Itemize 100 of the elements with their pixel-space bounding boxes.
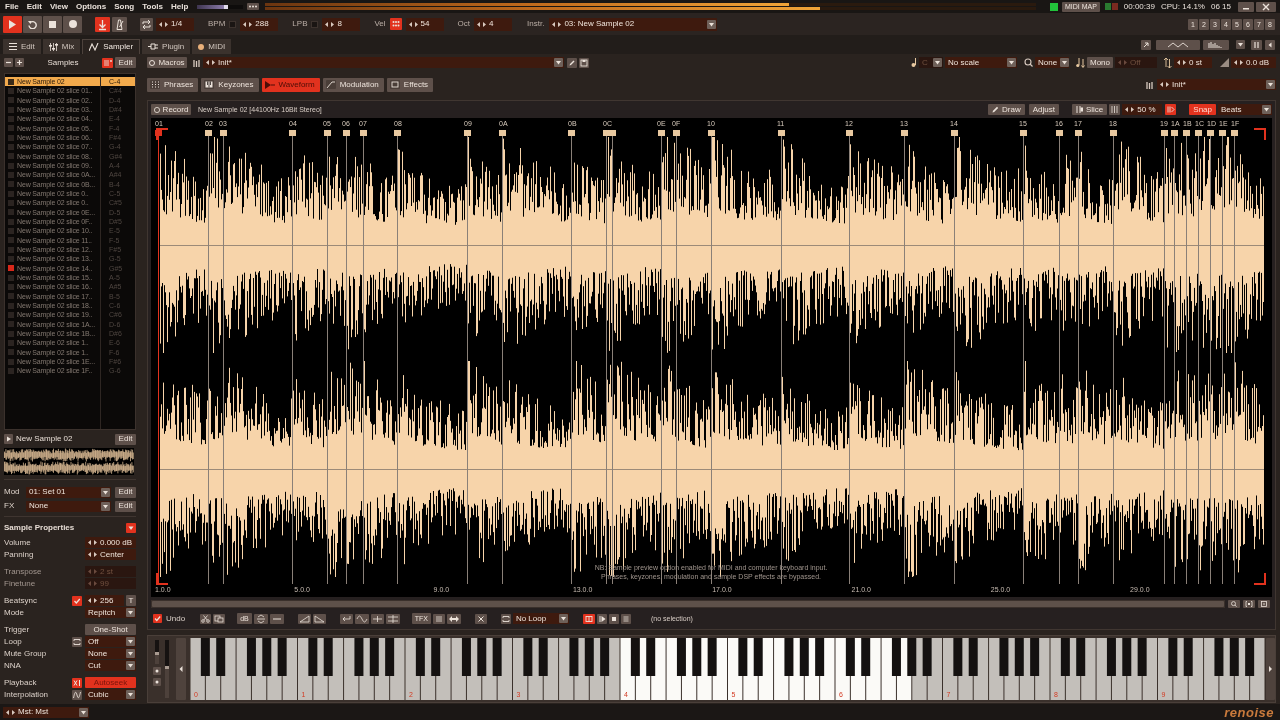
- toggle-square-icon[interactable]: [229, 20, 237, 28]
- step-arrows-icon[interactable]: [206, 60, 215, 65]
- piano-key[interactable]: [451, 638, 466, 700]
- value-field[interactable]: Beats: [1218, 104, 1272, 115]
- step-arrows-icon[interactable]: [552, 21, 562, 27]
- close-icon[interactable]: [1256, 1, 1276, 12]
- dots-grid-icon[interactable]: [389, 18, 402, 30]
- menu-item[interactable]: Song: [114, 2, 135, 11]
- step-arrows-icon[interactable]: [1125, 107, 1135, 112]
- play-button[interactable]: [3, 15, 22, 33]
- magnifier-icon[interactable]: [1228, 600, 1240, 608]
- volume-slider-fill[interactable]: [197, 4, 228, 9]
- piano-key[interactable]: [881, 638, 896, 700]
- return-arrow-icon[interactable]: [339, 613, 353, 624]
- value-field[interactable]: 0 st: [1174, 57, 1212, 68]
- save-icon[interactable]: [579, 57, 589, 68]
- value-field[interactable]: None: [26, 500, 111, 512]
- editor-tab[interactable]: Keyzones: [201, 77, 259, 92]
- slice-marker[interactable]: [1056, 129, 1063, 585]
- wave-icon[interactable]: [354, 613, 369, 624]
- dropdown-arrow-icon[interactable]: [126, 690, 135, 699]
- wheel-slider-fill[interactable]: [155, 652, 159, 664]
- sharp-key[interactable]: [1106, 638, 1116, 676]
- adjust-button[interactable]: Adjust: [1028, 104, 1059, 115]
- slice-marker[interactable]: [499, 129, 506, 585]
- square-icon[interactable]: [389, 80, 400, 89]
- sharp-key[interactable]: [1183, 638, 1193, 676]
- value-field[interactable]: 01: Set 01: [26, 486, 111, 498]
- sharp-key[interactable]: [1229, 638, 1239, 676]
- sharp-key[interactable]: [738, 638, 748, 676]
- sharp-key[interactable]: [1122, 638, 1132, 676]
- step-arrows-icon[interactable]: [408, 21, 418, 27]
- dropdown-arrow-icon[interactable]: [1236, 40, 1245, 49]
- dropdown-arrow-icon[interactable]: [558, 614, 568, 623]
- value-field[interactable]: Off: [85, 636, 136, 647]
- metronome-icon[interactable]: [112, 16, 127, 32]
- slice-marker[interactable]: [324, 129, 331, 585]
- curve-icon[interactable]: [72, 689, 82, 700]
- wheel-slider-track[interactable]: [155, 640, 159, 664]
- editor-tab[interactable]: Waveform: [261, 77, 320, 92]
- cross-bar-icon[interactable]: [72, 677, 82, 688]
- slice-marker[interactable]: [1195, 129, 1202, 585]
- slice-marker[interactable]: [220, 129, 227, 585]
- plus-icon[interactable]: [15, 58, 24, 67]
- step-arrows-icon[interactable]: [88, 552, 97, 557]
- slice-marker[interactable]: [343, 129, 350, 585]
- edit-button[interactable]: Edit: [115, 486, 136, 498]
- checkbox[interactable]: [153, 614, 162, 623]
- dropdown-arrow-icon[interactable]: [101, 487, 110, 497]
- edit-icon[interactable]: [567, 57, 577, 68]
- view-tab[interactable]: Sampler: [82, 39, 141, 54]
- list-icon[interactable]: [102, 57, 113, 68]
- sharp-key[interactable]: [216, 638, 226, 676]
- piano-key[interactable]: [666, 638, 681, 700]
- slice-marker[interactable]: [205, 129, 212, 585]
- sharp-key[interactable]: [861, 638, 871, 676]
- edit-button[interactable]: Edit: [115, 500, 136, 512]
- sharp-key[interactable]: [707, 638, 717, 676]
- draw-button[interactable]: Draw: [988, 104, 1025, 115]
- arrow-down-to-line-icon[interactable]: [95, 16, 110, 32]
- value-field[interactable]: No Loop: [512, 613, 569, 624]
- editor-tab[interactable]: Effects: [386, 77, 434, 92]
- step-arrows-icon[interactable]: [88, 598, 97, 603]
- sharp-key[interactable]: [369, 638, 379, 676]
- value-field[interactable]: Cut: [85, 660, 136, 671]
- value-field[interactable]: 54: [405, 17, 444, 31]
- bracket-icon[interactable]: [156, 572, 169, 585]
- slice-marker[interactable]: [1219, 129, 1226, 585]
- slice-marker[interactable]: [464, 129, 471, 585]
- piano-key[interactable]: [1096, 638, 1111, 700]
- menu-item[interactable]: Options: [76, 2, 107, 11]
- sharp-key[interactable]: [646, 638, 656, 676]
- slice-marker[interactable]: [1110, 129, 1117, 585]
- step-arrows-icon[interactable]: [159, 21, 168, 27]
- sharp-key[interactable]: [799, 638, 809, 676]
- wave-icon[interactable]: [1156, 39, 1200, 50]
- volume-slider-track[interactable]: [197, 4, 244, 9]
- slice-marker[interactable]: [951, 129, 958, 585]
- slice-marker[interactable]: [901, 129, 908, 585]
- step-arrows-icon[interactable]: [477, 21, 487, 27]
- step-arrows-icon[interactable]: [1160, 82, 1169, 87]
- piano-key[interactable]: [835, 638, 850, 700]
- letter-button[interactable]: T: [126, 595, 136, 606]
- piano-key[interactable]: [405, 638, 420, 700]
- step-arrows-icon[interactable]: [243, 21, 253, 27]
- value-field[interactable]: Cubic: [85, 689, 136, 700]
- value-field[interactable]: Init*: [1157, 79, 1276, 90]
- vertical-arrows-icon[interactable]: [253, 613, 268, 624]
- piano-key[interactable]: [620, 638, 635, 700]
- slice-marker[interactable]: [1171, 129, 1178, 585]
- sharp-key[interactable]: [815, 638, 825, 676]
- bars-icon[interactable]: [1203, 39, 1229, 50]
- dropdown-arrow-icon[interactable]: [126, 661, 135, 670]
- slice-marker[interactable]: [1183, 129, 1190, 585]
- sharp-key[interactable]: [784, 638, 794, 676]
- left-arrow-icon[interactable]: [1265, 39, 1275, 50]
- split-square-icon[interactable]: [582, 613, 595, 624]
- step-arrows-icon[interactable]: [6, 709, 15, 715]
- sharp-key[interactable]: [584, 638, 594, 676]
- loop-icon[interactable]: [500, 613, 511, 624]
